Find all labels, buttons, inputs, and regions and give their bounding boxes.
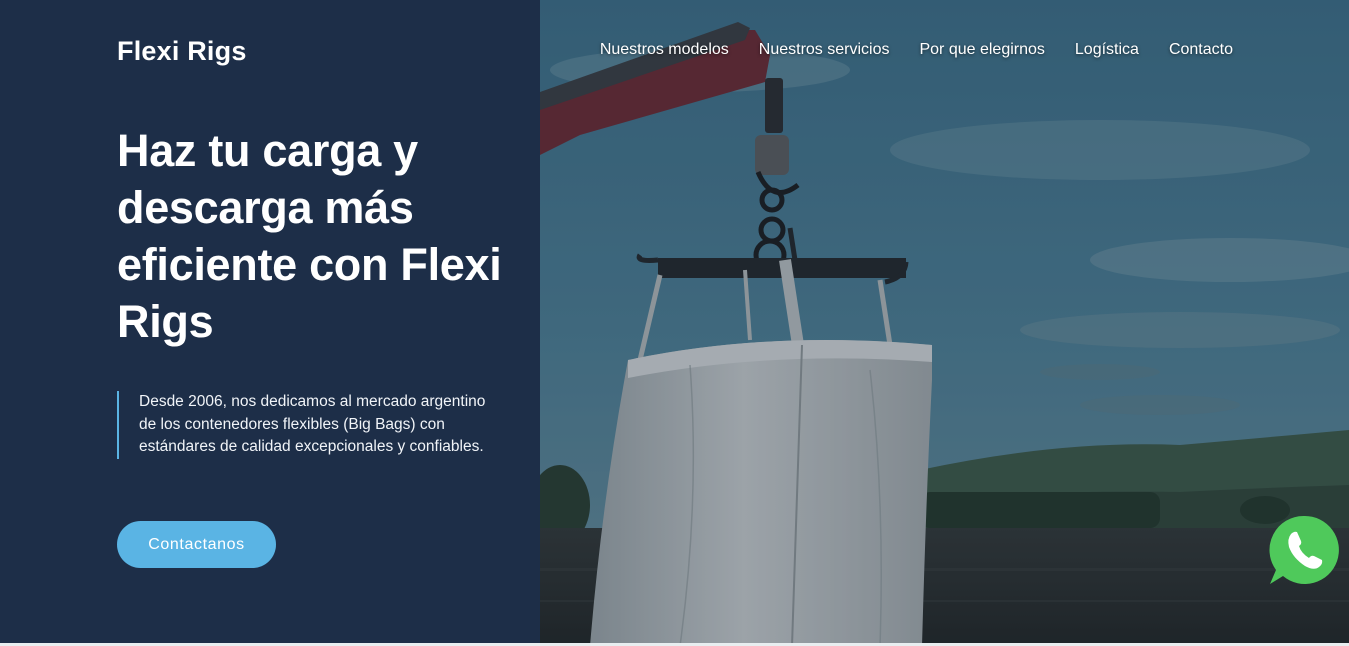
main-nav: Nuestros modelos Nuestros servicios Por … (600, 41, 1233, 59)
whatsapp-button[interactable] (1268, 514, 1340, 586)
nav-nuestros-modelos[interactable]: Nuestros modelos (600, 41, 729, 59)
nav-contacto[interactable]: Contacto (1169, 41, 1233, 59)
big-bag-crane-photo (540, 0, 1349, 646)
contact-button[interactable]: Contactanos (117, 521, 276, 568)
nav-por-que-elegirnos[interactable]: Por que elegirnos (919, 41, 1044, 59)
nav-nuestros-servicios[interactable]: Nuestros servicios (759, 41, 890, 59)
nav-logistica[interactable]: Logística (1075, 41, 1139, 59)
site-logo[interactable]: Flexi Rigs (117, 36, 247, 67)
hero-headline: Haz tu carga y descarga más eficiente co… (117, 125, 502, 347)
hero-photo (540, 0, 1349, 646)
whatsapp-icon (1269, 515, 1339, 584)
hero-intro: Desde 2006, nos dedicamos al mercado arg… (117, 391, 487, 459)
